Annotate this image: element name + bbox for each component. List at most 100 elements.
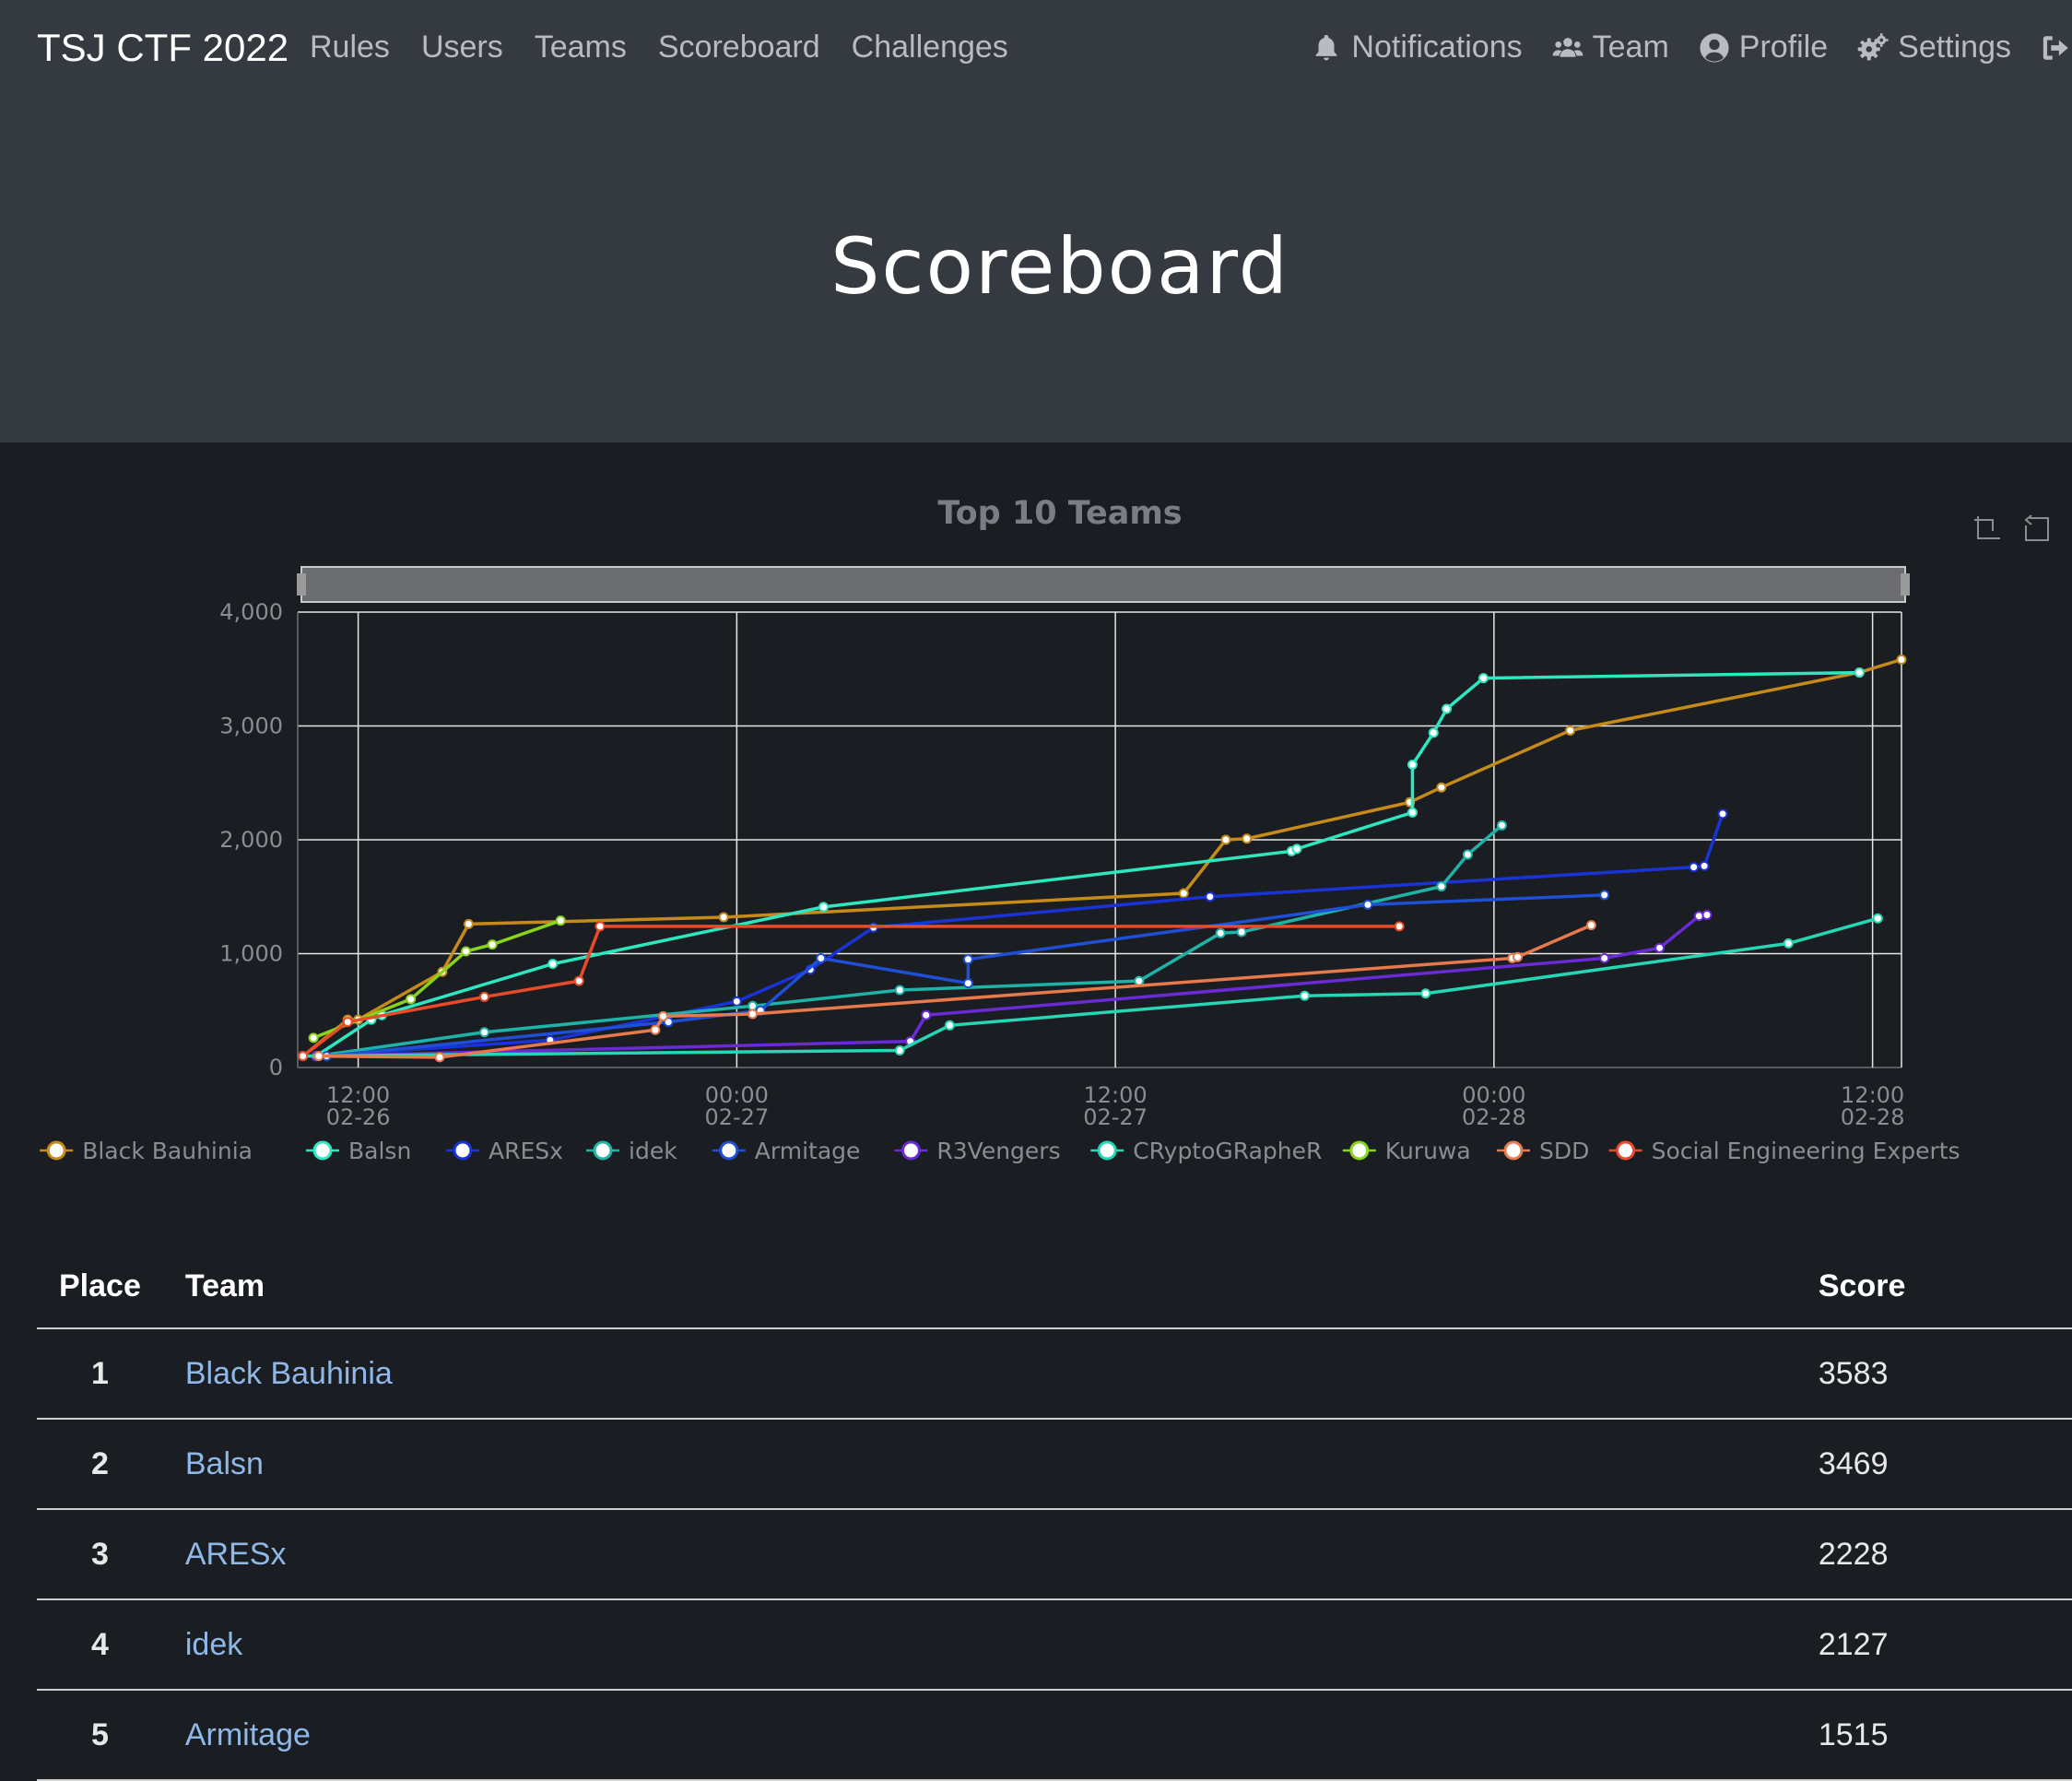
- nav-scoreboard[interactable]: Scoreboard: [658, 29, 820, 65]
- row-team-cell: idek: [162, 1599, 1796, 1691]
- x-tick-label: 02-28: [1841, 1104, 1905, 1130]
- data-point: [1717, 808, 1728, 820]
- legend-label[interactable]: ARESx: [489, 1138, 563, 1164]
- legend-label[interactable]: CRyptoGRapheR: [1133, 1138, 1322, 1164]
- data-point: [816, 952, 827, 963]
- legend-marker: [901, 1140, 921, 1161]
- team-link[interactable]: ARESx: [185, 1537, 287, 1572]
- row-place: 2: [37, 1419, 163, 1510]
- data-point: [1585, 920, 1596, 931]
- data-point: [1420, 988, 1431, 999]
- zoom-icon[interactable]: [1971, 513, 2002, 544]
- user-circle-icon: [1700, 32, 1729, 63]
- nav-challenges[interactable]: Challenges: [852, 29, 1008, 65]
- scoreboard-table: Place Team Score 1 Black Bauhinia 3583 2…: [37, 1244, 2072, 1781]
- legend-marker: [1349, 1140, 1370, 1161]
- legend-label[interactable]: Social Engineering Experts: [1652, 1138, 1960, 1164]
- series-line: [315, 670, 1860, 1058]
- y-tick-label: 0: [269, 1055, 283, 1080]
- x-tick-label: 02-27: [704, 1104, 769, 1130]
- data-point: [1442, 703, 1453, 714]
- brand-link[interactable]: TSJ CTF 2022: [37, 26, 288, 70]
- nav-users[interactable]: Users: [421, 29, 503, 65]
- table-row: 2 Balsn 3469: [37, 1419, 2072, 1510]
- nav-notifications[interactable]: Notifications: [1311, 29, 1523, 65]
- data-point: [894, 985, 905, 996]
- header-score: Score: [1795, 1244, 2072, 1329]
- data-point: [1407, 807, 1418, 818]
- data-point: [962, 978, 973, 989]
- data-point: [573, 975, 584, 986]
- team-link[interactable]: Balsn: [185, 1446, 264, 1481]
- nav-team[interactable]: Team: [1552, 29, 1669, 65]
- table-row: 3 ARESx 2228: [37, 1509, 2072, 1600]
- legend-marker: [1097, 1140, 1117, 1161]
- team-link[interactable]: Armitage: [185, 1717, 311, 1752]
- table-header-row: Place Team Score: [37, 1244, 2072, 1329]
- data-point: [1462, 849, 1473, 860]
- users-icon: [1552, 37, 1583, 57]
- row-place: 4: [37, 1599, 163, 1691]
- legend-marker: [46, 1140, 66, 1161]
- data-point: [1436, 881, 1447, 892]
- legend-label[interactable]: Black Bauhinia: [82, 1138, 253, 1164]
- row-score: 2127: [1795, 1599, 2072, 1691]
- restore-icon[interactable]: [2020, 513, 2052, 544]
- nav-teams[interactable]: Teams: [535, 29, 627, 65]
- data-point: [1896, 654, 1907, 665]
- legend-label[interactable]: Kuruwa: [1385, 1138, 1471, 1164]
- page-title: Scoreboard: [830, 221, 1289, 312]
- row-score: 3469: [1795, 1419, 2072, 1510]
- data-point: [1477, 673, 1489, 684]
- legend-marker: [312, 1140, 333, 1161]
- data-point: [479, 1027, 490, 1038]
- data-point: [342, 1017, 353, 1028]
- legend-label[interactable]: R3Vengers: [936, 1138, 1060, 1164]
- data-point: [313, 1051, 324, 1062]
- legend-label[interactable]: Balsn: [348, 1138, 411, 1164]
- data-point: [1205, 891, 1216, 902]
- data-point: [731, 996, 742, 1007]
- data-point: [1701, 910, 1713, 921]
- data-point: [1436, 782, 1447, 793]
- data-point: [1242, 833, 1253, 844]
- data-point: [487, 939, 498, 950]
- zoom-slider-bar: [300, 566, 1906, 603]
- team-link[interactable]: idek: [185, 1627, 242, 1662]
- legend-label[interactable]: SDD: [1539, 1138, 1589, 1164]
- y-tick-label: 1,000: [219, 941, 283, 967]
- data-point: [1699, 860, 1710, 871]
- row-team-cell: Black Bauhinia: [162, 1328, 1796, 1420]
- data-point: [1220, 834, 1231, 845]
- nav-rules[interactable]: Rules: [310, 29, 390, 65]
- user-nav: Notifications Team Profile Settings: [1311, 29, 2072, 65]
- legend-label[interactable]: idek: [629, 1138, 677, 1164]
- data-point: [962, 954, 973, 965]
- data-point: [1565, 725, 1576, 736]
- nav-profile[interactable]: Profile: [1699, 29, 1828, 65]
- cogs-icon: [1857, 32, 1889, 60]
- data-point: [1872, 913, 1883, 924]
- series-line: [301, 657, 1902, 1058]
- nav-settings[interactable]: Settings: [1857, 29, 2011, 65]
- row-score: 2228: [1795, 1509, 2072, 1600]
- legend-marker: [453, 1140, 473, 1161]
- data-point: [718, 912, 729, 923]
- table-row: 4 idek 2127: [37, 1599, 2072, 1691]
- score-graph: Top 10 Teams 0 1,000 2,000 3,000 4,000 12:00 02…: [0, 442, 2072, 1180]
- main-nav: Rules Users Teams Scoreboard Challenges: [310, 29, 1008, 65]
- row-place: 3: [37, 1509, 163, 1600]
- data-point: [595, 921, 606, 932]
- data-point: [1783, 938, 1794, 949]
- logout-button[interactable]: [2041, 32, 2072, 64]
- data-point: [1215, 927, 1226, 938]
- legend-label[interactable]: Armitage: [755, 1138, 861, 1164]
- x-tick-label: 02-27: [1083, 1104, 1148, 1130]
- nav-profile-label: Profile: [1738, 29, 1829, 65]
- bell-icon: [1316, 34, 1337, 60]
- team-link[interactable]: Black Bauhinia: [185, 1356, 393, 1391]
- data-point: [894, 1044, 905, 1056]
- header-team: Team: [162, 1244, 1796, 1329]
- data-point: [308, 1032, 319, 1044]
- data-point: [1854, 667, 1865, 678]
